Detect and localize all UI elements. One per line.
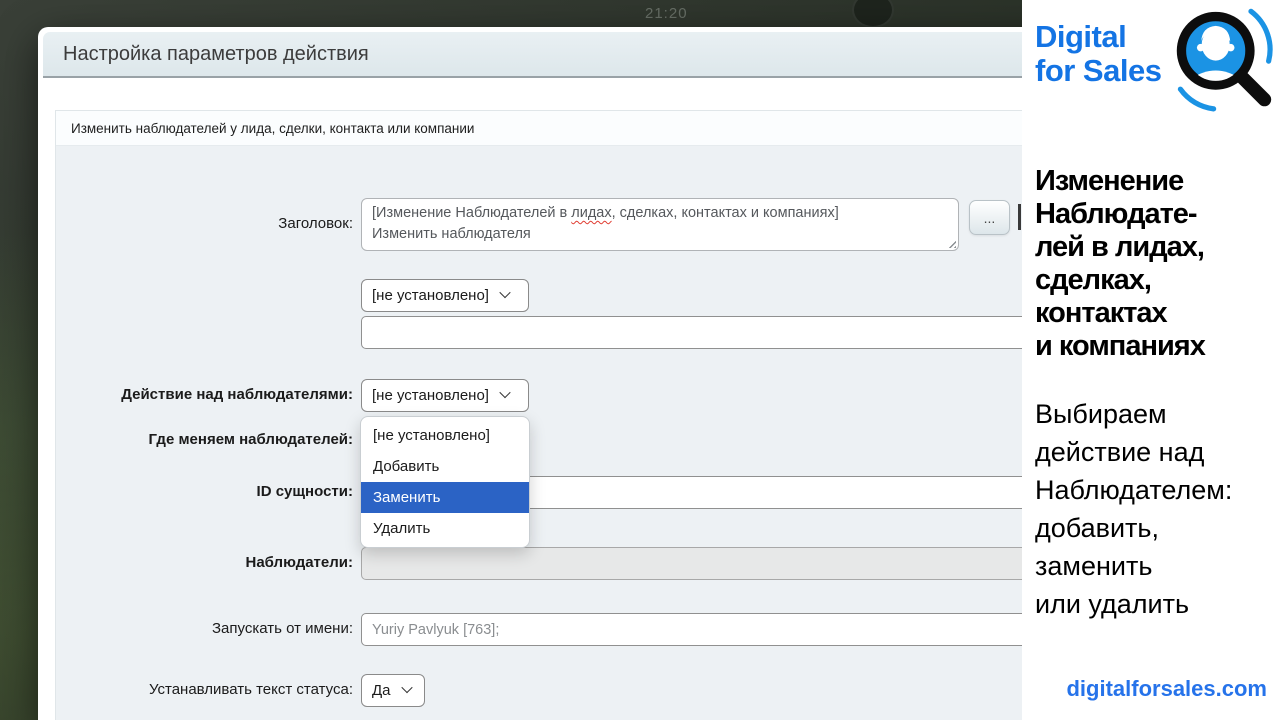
activity-subtitle: Изменить наблюдателей у лида, сделки, ко…	[71, 120, 475, 136]
action-dropdown-menu: [не установлено] Добавить Заменить Удали…	[360, 416, 530, 548]
status-text-label: Устанавливать текст статуса:	[148, 681, 353, 698]
title-text-post: , сделках, контактах и компаниях]	[611, 205, 839, 221]
activity-subtitle-bar: Изменить наблюдателей у лида, сделки, ко…	[56, 111, 1084, 146]
action-settings-dialog: Настройка параметров действия Изменить н…	[38, 27, 1098, 720]
promo-heading-line: Изменение	[1035, 165, 1184, 197]
dropdown-option-not-set[interactable]: [не установлено]	[361, 420, 529, 451]
title-text-pre: [Изменение Наблюдателей в	[372, 205, 572, 221]
promo-body-line: добавить,	[1035, 513, 1159, 543]
status-text-select[interactable]: Да	[361, 674, 425, 707]
promo-heading-line: и компаниях	[1035, 330, 1206, 362]
status-text-select-value: Да	[372, 682, 391, 699]
brand-line2: for Sales	[1035, 53, 1162, 88]
run-as-input[interactable]	[361, 613, 1061, 646]
title-textarea-line1: [Изменение Наблюдателей в лидах, сделках…	[372, 203, 948, 224]
title-text-misspelled: лидах	[571, 205, 612, 221]
title-more-button[interactable]: ...	[969, 200, 1010, 235]
promo-body-line: Выбираем	[1035, 399, 1167, 429]
entity-id-label: ID сущности:	[256, 483, 353, 500]
observers-label: Наблюдатели:	[245, 554, 353, 571]
where-extra-input[interactable]	[361, 316, 1061, 349]
chevron-down-icon	[499, 286, 511, 299]
where-label: Где меняем наблюдателей:	[148, 431, 354, 448]
form-area: Заголовок: [Изменение Наблюдателей в лид…	[56, 146, 1084, 720]
title-textarea-line2: Изменить наблюдателя	[372, 226, 531, 242]
dropdown-option-replace[interactable]: Заменить	[361, 482, 529, 513]
promo-heading-line: контактах	[1035, 297, 1168, 329]
dropdown-option-add[interactable]: Добавить	[361, 451, 529, 482]
promo-sidebar: Digital for Sales Изменение Наблюдате- л…	[1022, 0, 1280, 720]
title-textarea[interactable]: [Изменение Наблюдателей в лидах, сделках…	[361, 198, 959, 251]
magnifier-face-logo-icon	[1176, 8, 1273, 112]
dropdown-option-delete[interactable]: Удалить	[361, 513, 529, 544]
action-label: Действие над наблюдателями:	[121, 386, 353, 403]
promo-body-line: заменить	[1035, 551, 1153, 581]
title-field-label: Заголовок:	[278, 215, 353, 232]
background-clock: 21:20	[645, 5, 688, 22]
where-select-value: [не установлено]	[372, 287, 489, 304]
desktop-backdrop: 21:20 Настройка параметров действия Изме…	[0, 0, 1280, 720]
dialog-title: Настройка параметров действия	[63, 42, 369, 65]
cut-off-element	[1018, 204, 1021, 230]
promo-body-line: Наблюдателем:	[1035, 475, 1233, 505]
promo-heading-line: лей в лидах,	[1035, 231, 1205, 263]
promo-body-line: действие над	[1035, 437, 1205, 467]
where-select[interactable]: [не установлено]	[361, 279, 529, 312]
action-select[interactable]: [не установлено]	[361, 379, 529, 412]
brand-line1: Digital	[1035, 19, 1127, 54]
promo-heading-line: Наблюдате-	[1035, 198, 1198, 230]
promo-heading: Изменение Наблюдате- лей в лидах, сделка…	[1035, 165, 1206, 363]
chevron-down-icon	[499, 386, 511, 399]
chevron-down-icon	[400, 681, 413, 694]
promo-heading-line: сделках,	[1035, 264, 1152, 296]
dialog-titlebar: Настройка параметров действия	[43, 32, 1093, 78]
run-as-label: Запускать от имени:	[211, 620, 353, 637]
brand-text: Digital for Sales	[1035, 19, 1162, 88]
promo-body-text: Выбираем действие над Наблюдателем: доба…	[1035, 395, 1232, 623]
website-link: digitalforsales.com	[1066, 676, 1267, 701]
observers-input[interactable]	[361, 547, 1061, 580]
promo-body-line: или удалить	[1035, 589, 1190, 619]
activity-panel: Изменить наблюдателей у лида, сделки, ко…	[55, 110, 1085, 720]
action-select-value: [не установлено]	[372, 387, 489, 404]
background-avatar-blob	[852, 0, 894, 28]
